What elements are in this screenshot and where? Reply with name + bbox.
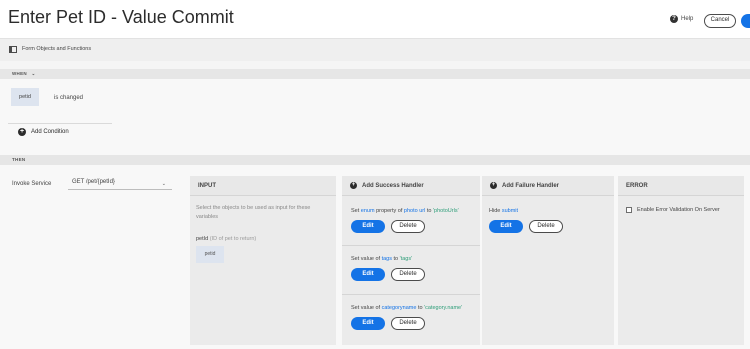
edit-button[interactable]: Edit: [351, 268, 385, 281]
cancel-button[interactable]: Cancel: [704, 14, 736, 28]
delete-button[interactable]: Delete: [391, 317, 425, 330]
input-card-heading: INPUT: [190, 176, 336, 196]
form-objects-toolbar: Form Objects and Functions: [0, 38, 750, 61]
service-select-value: GET /pet/{petId}: [72, 179, 115, 185]
failure-heading: Add Failure Handler: [502, 182, 560, 189]
then-section-header: THEN: [0, 155, 750, 165]
error-heading: ERROR: [618, 176, 744, 196]
then-label: THEN: [12, 157, 26, 162]
success-heading: Add Success Handler: [362, 182, 424, 189]
edit-button[interactable]: Edit: [489, 220, 523, 233]
failure-handler-card: + Add Failure Handler Hide submit Edit D…: [482, 176, 614, 345]
input-param-chip[interactable]: petid: [196, 246, 224, 263]
error-validation-label: Enable Error Validation On Server: [637, 207, 720, 213]
done-button[interactable]: [741, 14, 750, 28]
when-section-header[interactable]: WHEN ⌄: [0, 69, 750, 79]
when-label: WHEN: [12, 71, 27, 76]
add-icon: +: [18, 128, 26, 136]
success-handler-1-text: Set enum property of photo url to 'photo…: [351, 208, 459, 214]
chevron-down-icon: ⌄: [161, 181, 166, 187]
add-condition-button[interactable]: + Add Condition: [18, 128, 69, 136]
page-title: Enter Pet ID - Value Commit: [8, 7, 234, 27]
failure-handler-text: Hide submit: [489, 208, 519, 214]
edit-button[interactable]: Edit: [351, 220, 385, 233]
error-card: ERROR Enable Error Validation On Server: [618, 176, 744, 345]
add-success-handler-button[interactable]: + Add Success Handler: [342, 176, 480, 196]
chevron-down-icon: ⌄: [31, 71, 36, 76]
add-icon: +: [490, 182, 497, 189]
success-handler-2-text: Set value of tags to 'tags': [351, 256, 413, 262]
success-handler-3-text: Set value of categoryname to 'category.n…: [351, 305, 463, 311]
help-label: Help: [681, 16, 694, 22]
delete-button[interactable]: Delete: [391, 220, 425, 233]
form-objects-label[interactable]: Form Objects and Functions: [22, 46, 91, 52]
help-icon: ?: [670, 15, 678, 23]
add-condition-label: Add Condition: [31, 129, 69, 135]
divider: [342, 245, 480, 246]
add-failure-handler-button[interactable]: + Add Failure Handler: [482, 176, 614, 196]
add-icon: +: [350, 182, 357, 189]
success-handler-card: + Add Success Handler Set enum property …: [342, 176, 480, 345]
checkbox-icon[interactable]: [626, 207, 632, 213]
when-object-chip[interactable]: petid: [11, 88, 39, 106]
input-param-desc: (ID of pet to return): [209, 236, 257, 242]
divider: [8, 123, 112, 124]
invoke-service-label: Invoke Service: [12, 181, 52, 187]
error-validation-checkbox[interactable]: Enable Error Validation On Server: [626, 207, 720, 213]
input-description: Select the objects to be used as input f…: [196, 205, 311, 220]
service-select[interactable]: GET /pet/{petId} ⌄: [68, 176, 172, 190]
divider: [342, 294, 480, 295]
input-card: INPUT Select the objects to be used as i…: [190, 176, 336, 345]
input-param: petId (ID of pet to return): [196, 236, 256, 242]
panel-toggle-icon[interactable]: [9, 46, 17, 53]
delete-button[interactable]: Delete: [529, 220, 563, 233]
input-param-name: petId: [196, 236, 209, 242]
header-bar: Enter Pet ID - Value Commit ? Help Cance…: [0, 0, 750, 38]
when-condition-text[interactable]: is changed: [54, 95, 83, 101]
delete-button[interactable]: Delete: [391, 268, 425, 281]
edit-button[interactable]: Edit: [351, 317, 385, 330]
help-link[interactable]: ? Help: [670, 15, 693, 23]
when-area: [0, 79, 750, 155]
